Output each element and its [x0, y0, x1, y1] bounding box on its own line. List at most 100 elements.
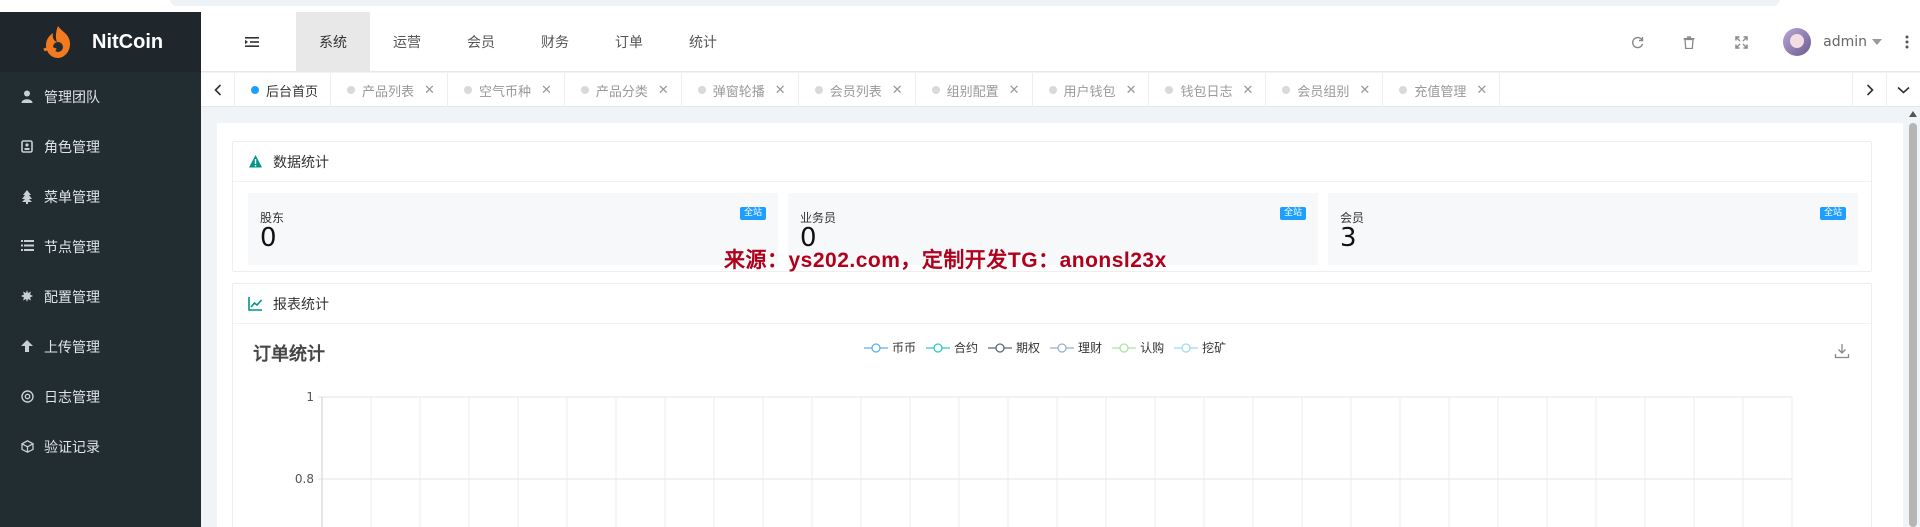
report-card-header: 报表统计 — [233, 284, 1871, 324]
tab-product-category[interactable]: 产品分类 ✕ — [565, 73, 682, 107]
legend-label: 币币 — [892, 341, 917, 355]
legend-marker — [1050, 342, 1075, 353]
chevron-left-icon — [213, 84, 221, 96]
nav-orders[interactable]: 订单 — [592, 12, 666, 72]
stat-members: 会员 3 全站 — [1328, 193, 1858, 265]
id-card-icon — [20, 140, 34, 154]
refresh-icon — [1631, 36, 1643, 48]
page-scrollbar[interactable] — [1908, 109, 1918, 527]
header-actions: admin — [1611, 12, 1920, 72]
chevron-down-icon — [1872, 39, 1882, 45]
nav-finance[interactable]: 财务 — [518, 12, 592, 72]
brand[interactable]: NitCoin — [0, 12, 201, 72]
browser-address-strip — [0, 0, 1920, 12]
tab-dot — [251, 86, 259, 94]
sidebar-item-nodes[interactable]: 节点管理 — [0, 222, 201, 272]
legend-item[interactable]: 币币 — [864, 339, 916, 356]
tab-label: 会员组别 — [1297, 84, 1350, 100]
close-icon[interactable]: ✕ — [892, 83, 903, 98]
close-icon[interactable]: ✕ — [1242, 83, 1253, 98]
chart-title: 订单统计 — [253, 344, 325, 365]
nav-system[interactable]: 系统 — [296, 12, 370, 72]
status-badge: 全站 — [1819, 207, 1846, 220]
sidebar-item-upload[interactable]: 上传管理 — [0, 322, 201, 372]
list-icon — [20, 240, 34, 254]
legend-item[interactable]: 期权 — [988, 339, 1040, 356]
admin-app: NitCoin 管理团队 角色管理 菜单管理 节点管理 配置管理 上传管理 日志… — [0, 0, 1920, 527]
tab-member-group[interactable]: 会员组别 ✕ — [1266, 73, 1384, 107]
chevron-right-icon — [1866, 84, 1874, 96]
tab-user-wallet[interactable]: 用户钱包 ✕ — [1033, 73, 1150, 107]
report-card-title: 报表统计 — [273, 296, 329, 313]
y-tick-label: 0.8 — [295, 472, 314, 486]
tab-group-config[interactable]: 组别配置 ✕ — [916, 73, 1033, 107]
tab-member-list[interactable]: 会员列表 ✕ — [799, 73, 916, 107]
tab-dot — [1165, 86, 1174, 94]
close-icon[interactable]: ✕ — [1359, 83, 1370, 98]
close-icon[interactable]: ✕ — [775, 83, 786, 98]
page-tabs-bar: 后台首页 产品列表 ✕ 空气币种 ✕ 产品分类 ✕ 弹窗轮播 ✕ 会员列表 ✕ 组别配置 ✕… — [201, 73, 1920, 107]
gear-icon — [20, 290, 34, 304]
sidebar-item-roles[interactable]: 角色管理 — [0, 122, 201, 172]
nav-operations[interactable]: 运营 — [370, 12, 444, 72]
legend-item[interactable]: 挖矿 — [1174, 339, 1226, 356]
refresh-button[interactable] — [1611, 12, 1663, 72]
tab-label: 产品列表 — [362, 84, 415, 100]
clear-cache-button[interactable] — [1663, 12, 1715, 72]
close-icon[interactable]: ✕ — [658, 83, 669, 98]
tab-air-coins[interactable]: 空气币种 ✕ — [448, 73, 565, 107]
tab-home[interactable]: 后台首页 — [235, 73, 332, 107]
stat-shareholders: 股东 0 全站 — [248, 193, 778, 265]
close-icon[interactable]: ✕ — [424, 83, 435, 98]
close-icon[interactable]: ✕ — [1476, 83, 1487, 98]
tab-label: 组别配置 — [946, 84, 999, 100]
legend-label: 期权 — [1016, 341, 1041, 355]
close-icon[interactable]: ✕ — [541, 83, 552, 98]
legend-marker — [1112, 342, 1137, 353]
tab-label: 产品分类 — [595, 84, 648, 100]
sidebar-item-menus[interactable]: 菜单管理 — [0, 172, 201, 222]
close-icon[interactable]: ✕ — [1126, 83, 1137, 98]
legend-item[interactable]: 理财 — [1050, 339, 1102, 356]
nav-statistics[interactable]: 统计 — [666, 12, 740, 72]
tab-label: 充值管理 — [1414, 84, 1467, 100]
sidebar-item-label: 菜单管理 — [44, 190, 100, 206]
upload-arrow-icon — [20, 340, 34, 354]
sidebar-item-logs[interactable]: 日志管理 — [0, 372, 201, 422]
tab-popup-carousel[interactable]: 弹窗轮播 ✕ — [682, 73, 799, 107]
download-icon[interactable] — [1834, 343, 1850, 359]
legend-item[interactable]: 认购 — [1112, 339, 1164, 356]
tab-dot — [463, 86, 472, 94]
tab-label: 用户钱包 — [1063, 84, 1116, 100]
tab-recharge[interactable]: 充值管理 ✕ — [1383, 73, 1501, 107]
user-menu[interactable]: admin — [1767, 12, 1894, 72]
legend-label: 合约 — [954, 341, 979, 355]
sidebar-item-label: 配置管理 — [44, 290, 100, 306]
chart-legend: 币币 合约 期权 理财 认购 挖矿 — [864, 339, 1236, 356]
stats-card-title: 数据统计 — [273, 154, 329, 171]
tabs-dropdown-button[interactable] — [1886, 73, 1920, 107]
sidebar-item-verify[interactable]: 验证记录 — [0, 422, 201, 472]
sidebar-item-config[interactable]: 配置管理 — [0, 272, 201, 322]
more-vertical-icon[interactable] — [1894, 12, 1920, 72]
tab-wallet-log[interactable]: 钱包日志 ✕ — [1149, 73, 1267, 107]
tab-label: 钱包日志 — [1180, 84, 1233, 100]
tabs-scroll-left-button[interactable] — [201, 73, 235, 107]
watermark-text: 来源：ys202.com，定制开发TG：anonsl23x — [724, 249, 1167, 272]
stats-card-header: 数据统计 — [233, 142, 1871, 182]
fullscreen-icon — [1734, 35, 1748, 49]
nav-members[interactable]: 会员 — [444, 12, 518, 72]
tabs-scroll-right-button[interactable] — [1852, 73, 1886, 107]
avatar — [1783, 28, 1812, 56]
stat-value: 0 — [260, 223, 277, 253]
sidebar-item-label: 日志管理 — [44, 390, 100, 406]
tab-dot — [580, 86, 589, 94]
tree-icon — [20, 190, 34, 204]
sidebar-item-team[interactable]: 管理团队 — [0, 72, 201, 122]
tab-dot — [1399, 86, 1408, 94]
tab-product-list[interactable]: 产品列表 ✕ — [331, 73, 448, 107]
fullscreen-button[interactable] — [1715, 12, 1767, 72]
legend-item[interactable]: 合约 — [926, 339, 978, 356]
menu-toggle-icon[interactable] — [244, 34, 260, 50]
close-icon[interactable]: ✕ — [1009, 83, 1020, 98]
